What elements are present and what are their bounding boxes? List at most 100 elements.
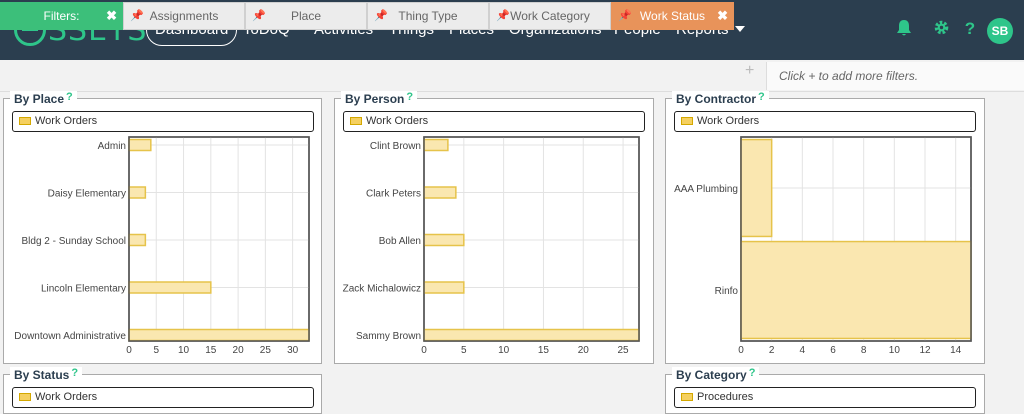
legend-label: Work Orders — [366, 115, 429, 127]
gear-icon[interactable] — [931, 19, 951, 41]
bar — [423, 233, 465, 247]
pin-icon: 📌 — [252, 10, 266, 22]
avatar[interactable]: SB — [987, 18, 1013, 44]
bar — [740, 138, 773, 238]
help-icon[interactable]: ? — [406, 91, 413, 103]
x-tick-label: 10 — [178, 345, 190, 356]
by-contractor-chart: 0 2 4 6 8 10 12 14 AAA Plumbing Rinfo — [674, 136, 972, 356]
panel-by-status: By Status? Work Orders — [3, 367, 322, 414]
filter-chip-place[interactable]: 📌 Place — [245, 2, 367, 30]
category-label: Bldg 2 - Sunday School — [21, 236, 126, 247]
pin-icon: 📌 — [130, 10, 144, 22]
filter-chip-label: Place — [290, 9, 322, 23]
filter-chip-label: Work Status — [639, 9, 706, 23]
help-icon[interactable]: ? — [758, 91, 765, 103]
pin-icon: 📌 — [618, 10, 632, 22]
category-label: Bob Allen — [379, 236, 421, 247]
pin-icon: 📌 — [496, 10, 510, 22]
panel-title-text: By Status — [14, 368, 70, 382]
category-label: Daisy Elementary — [48, 189, 126, 200]
legend-swatch — [350, 117, 362, 125]
x-tick-label: 14 — [950, 345, 962, 356]
filters-label-chip[interactable]: Filters: ✖ — [0, 2, 123, 30]
legend-swatch — [19, 393, 31, 401]
legend[interactable]: Work Orders — [12, 111, 314, 132]
category-label: Sammy Brown — [356, 331, 421, 342]
panel-title: By Person? — [341, 91, 418, 106]
panel-title-text: By Category — [676, 368, 747, 382]
filter-chip-label: Assignments — [149, 9, 219, 23]
legend-label: Procedures — [697, 391, 754, 403]
filter-chip-label: Work Category — [510, 9, 590, 23]
x-tick-label: 10 — [498, 345, 510, 356]
bar — [423, 186, 457, 199]
panel-title: By Contractor? — [672, 91, 769, 106]
x-tick-label: 5 — [153, 345, 159, 356]
x-tick-label: 0 — [126, 345, 132, 356]
by-person-chart: 0 5 10 15 20 25 Clint Brown Clark Peters Bob All… — [343, 136, 640, 356]
help-icon[interactable]: ? — [960, 19, 980, 39]
by-place-chart: 0 5 10 15 20 25 30 Admin Daisy Elementary Bldg 2 … — [14, 136, 310, 356]
category-label: Rinfo — [715, 286, 739, 297]
help-icon[interactable]: ? — [749, 367, 756, 379]
x-tick-label: 6 — [830, 345, 836, 356]
pin-icon: 📌 — [374, 10, 388, 22]
category-label: Clint Brown — [370, 141, 421, 152]
help-icon[interactable]: ? — [71, 367, 78, 379]
legend-label: Work Orders — [35, 391, 98, 403]
panel-by-category: By Category? Procedures — [665, 367, 985, 414]
x-tick-label: 25 — [260, 345, 272, 356]
x-tick-label: 8 — [861, 345, 867, 356]
category-label: Downtown Administrative — [14, 331, 126, 342]
legend-swatch — [19, 117, 31, 125]
filter-chip-label: Thing Type — [398, 9, 458, 23]
x-tick-label: 15 — [205, 345, 217, 356]
bar — [423, 281, 465, 294]
category-label: Admin — [98, 141, 126, 152]
panel-title: By Category? — [672, 367, 760, 382]
legend-label: Work Orders — [35, 115, 98, 127]
x-tick-label: 20 — [233, 345, 245, 356]
x-tick-label: 4 — [800, 345, 806, 356]
filter-chip-work-category[interactable]: 📌 Work Category — [489, 2, 611, 30]
x-tick-label: 25 — [618, 345, 630, 356]
legend[interactable]: Procedures — [674, 387, 976, 408]
filter-chip-thing-type[interactable]: 📌 Thing Type — [367, 2, 489, 30]
close-icon[interactable]: ✖ — [106, 3, 117, 29]
filter-chip-work-status[interactable]: 📌 Work Status ✖ — [611, 2, 734, 30]
bell-icon[interactable] — [894, 19, 914, 42]
filter-chip-assignments[interactable]: 📌 Assignments — [123, 2, 245, 30]
bar — [128, 328, 310, 342]
category-label: Lincoln Elementary — [41, 284, 126, 295]
bar — [423, 328, 640, 342]
legend-swatch — [681, 393, 693, 401]
x-tick-label: 0 — [421, 345, 427, 356]
bar — [423, 138, 449, 152]
legend[interactable]: Work Orders — [12, 387, 314, 408]
legend[interactable]: Work Orders — [674, 111, 976, 132]
legend[interactable]: Work Orders — [343, 111, 645, 132]
close-icon[interactable]: ✖ — [717, 3, 728, 29]
category-label: AAA Plumbing — [674, 184, 738, 195]
bar — [128, 186, 147, 199]
legend-label: Work Orders — [697, 115, 760, 127]
panel-title: By Status? — [10, 367, 83, 382]
panel-by-contractor: By Contractor? Work Orders 0 2 4 6 8 10 12 14 AA… — [665, 91, 985, 364]
bar — [128, 281, 212, 294]
chevron-down-icon — [734, 26, 745, 32]
bar — [128, 233, 147, 247]
panel-by-person: By Person? Work Orders 0 5 10 15 20 25 Clint B… — [334, 91, 654, 364]
legend-swatch — [681, 117, 693, 125]
x-tick-label: 20 — [578, 345, 590, 356]
panel-title-text: By Place — [14, 92, 65, 106]
x-tick-label: 5 — [461, 345, 467, 356]
x-tick-label: 2 — [769, 345, 775, 356]
x-tick-label: 12 — [919, 345, 931, 356]
panel-by-place: By Place? Work Orders 0 5 10 15 20 25 30 Admin D… — [3, 91, 322, 364]
x-tick-label: 0 — [738, 345, 744, 356]
help-icon[interactable]: ? — [66, 91, 73, 103]
bar — [128, 138, 152, 152]
category-label: Zack Michalowicz — [343, 284, 421, 295]
x-tick-label: 30 — [287, 345, 299, 356]
add-filter-icon[interactable]: + — [745, 62, 754, 80]
